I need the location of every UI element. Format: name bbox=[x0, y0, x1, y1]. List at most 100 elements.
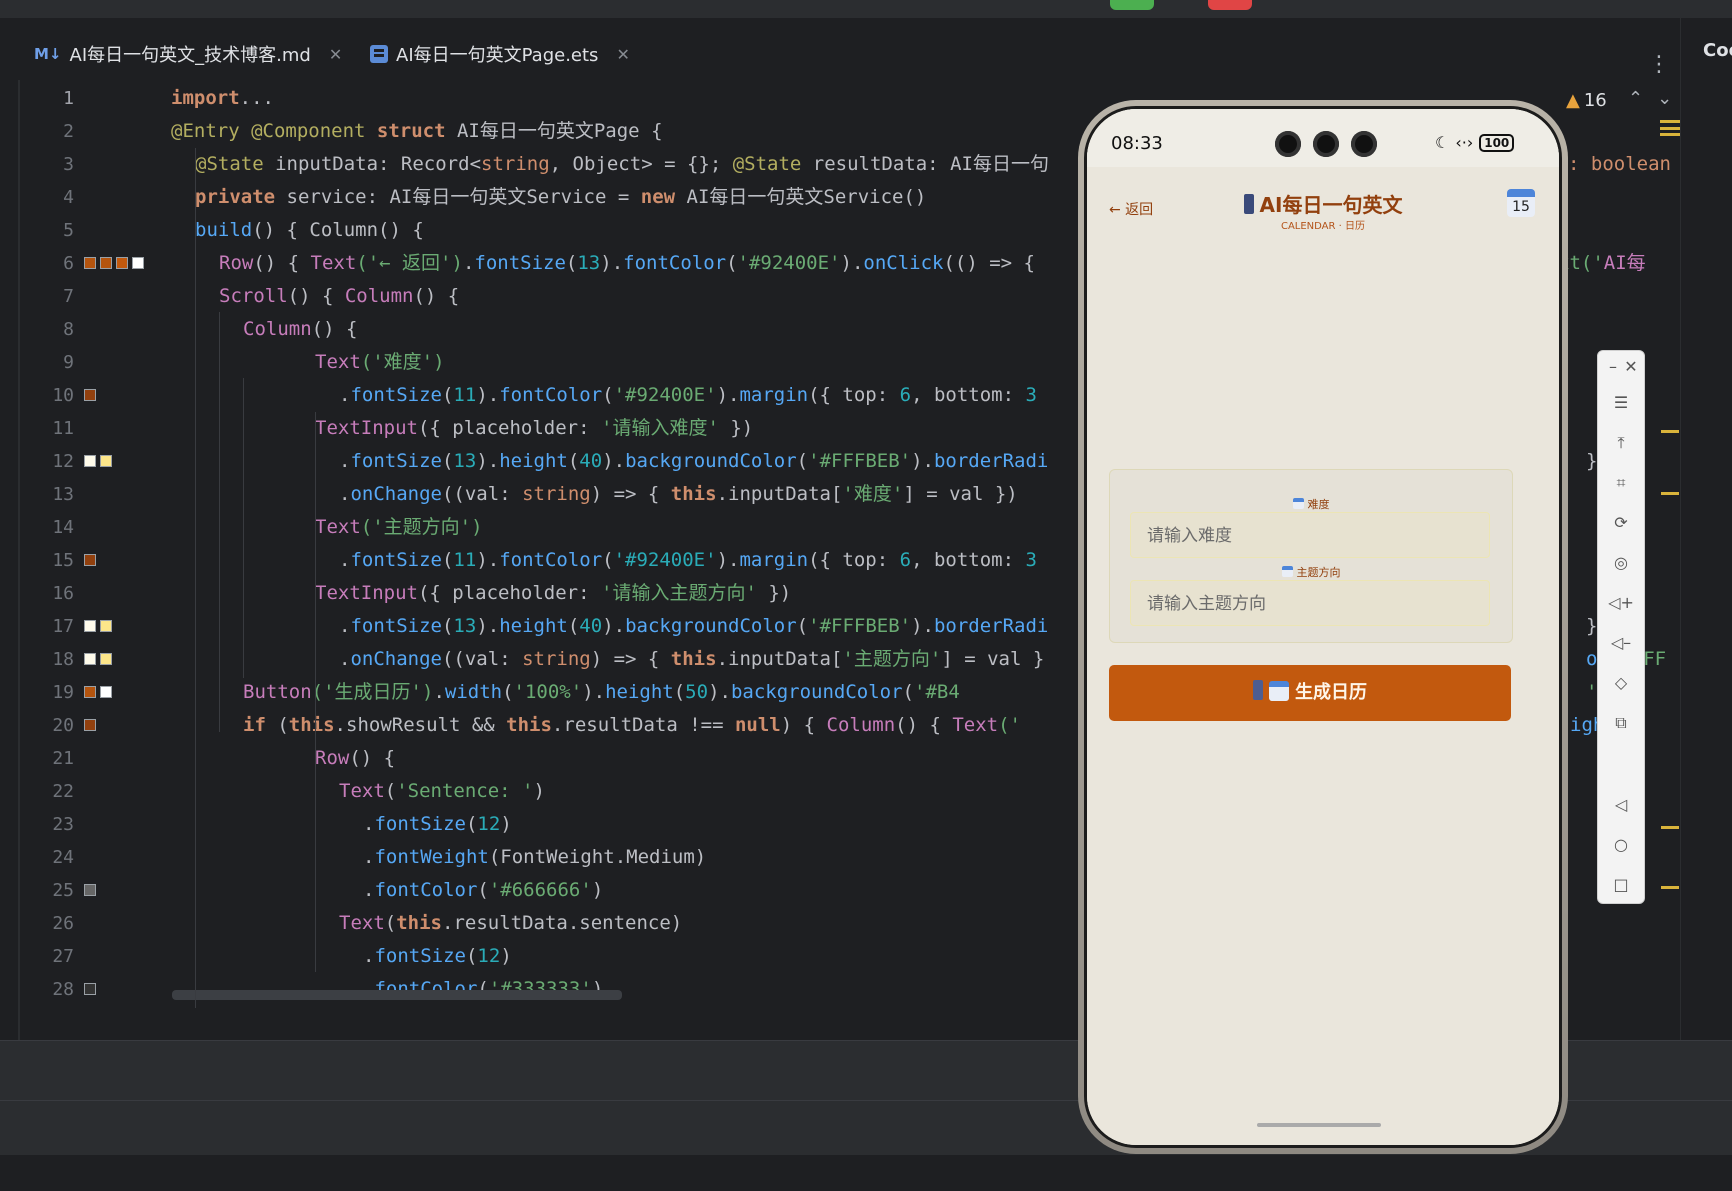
color-swatch[interactable] bbox=[84, 389, 96, 401]
menu-icon[interactable]: ☰ bbox=[1598, 393, 1644, 412]
code-token: borderRadi bbox=[933, 450, 1049, 472]
code-token: FontWeight bbox=[500, 846, 615, 868]
pin-top-icon[interactable]: ⤒ bbox=[1598, 433, 1644, 453]
code-token: Text bbox=[315, 351, 361, 373]
color-swatch[interactable] bbox=[84, 620, 96, 632]
code-token: Row bbox=[219, 252, 254, 274]
color-swatch[interactable] bbox=[116, 257, 128, 269]
color-swatch[interactable] bbox=[132, 257, 144, 269]
code-token: struct bbox=[376, 120, 457, 142]
line-number: 2 bbox=[63, 121, 74, 142]
code-token: } bbox=[1586, 615, 1598, 637]
markdown-icon: M↓ bbox=[34, 45, 62, 63]
close-icon[interactable]: ✕ bbox=[329, 45, 342, 64]
close-icon[interactable]: ✕ bbox=[1608, 357, 1654, 376]
code-token: . bbox=[339, 384, 351, 406]
volume-down-icon[interactable]: ◁– bbox=[1598, 633, 1644, 652]
code-token: : bbox=[1002, 384, 1026, 406]
more-tabs-icon[interactable]: ⋮ bbox=[1648, 52, 1670, 77]
moon-icon: ☾ bbox=[1435, 133, 1450, 152]
code-token: . bbox=[462, 252, 475, 274]
line-number: 23 bbox=[52, 814, 74, 835]
code-token: '难度' bbox=[842, 483, 904, 505]
horizontal-scrollbar[interactable] bbox=[172, 990, 622, 1000]
app-title: AI每日一句英文 bbox=[1087, 189, 1559, 218]
device-screen-frame: 08:33 ☾ ‹·› 100 ← 返回 AI每日一句英文 CALENDAR ·… bbox=[1084, 106, 1562, 1148]
recents-icon[interactable]: □ bbox=[1598, 875, 1644, 894]
code-token: . bbox=[339, 483, 351, 505]
code-text-clipped: xt('AI每 bbox=[1558, 247, 1646, 280]
code-text: Row() { Text('← 返回').fontSize(13).fontCo… bbox=[219, 247, 1035, 280]
code-panel-label[interactable]: Coc bbox=[1703, 40, 1732, 61]
crop-icon[interactable]: ⌗ bbox=[1598, 473, 1644, 493]
indent-guide bbox=[315, 412, 316, 972]
code-token: @State bbox=[732, 153, 813, 175]
code-token: : bbox=[366, 186, 390, 208]
color-swatch[interactable] bbox=[84, 554, 96, 566]
difficulty-label: 难度 bbox=[1110, 496, 1512, 512]
color-swatch[interactable] bbox=[100, 686, 112, 698]
line-number: 27 bbox=[52, 946, 74, 967]
code-token: (' bbox=[998, 714, 1021, 736]
code-token: 12 bbox=[477, 813, 501, 835]
tab-markdown-file[interactable]: M↓ AI每日一句英文_技术博客.md ✕ bbox=[34, 34, 342, 74]
rotate-icon[interactable]: ⟳ bbox=[1598, 513, 1644, 532]
line-number: 20 bbox=[52, 715, 74, 736]
generate-calendar-button[interactable]: 生成日历 bbox=[1109, 665, 1511, 721]
volume-up-icon[interactable]: ◁+ bbox=[1598, 593, 1644, 612]
code-token: string bbox=[481, 153, 550, 175]
code-token: backgroundColor bbox=[730, 681, 903, 703]
color-swatch[interactable] bbox=[84, 884, 96, 896]
code-token: : bbox=[578, 582, 602, 604]
device-emulator: 08:33 ☾ ‹·› 100 ← 返回 AI每日一句英文 CALENDAR ·… bbox=[1078, 100, 1568, 1154]
code-token: Column bbox=[344, 285, 414, 307]
data-sync-icon: ‹·› bbox=[1455, 133, 1474, 152]
code-token: : bbox=[499, 648, 523, 670]
code-token: { bbox=[639, 120, 663, 142]
color-swatch-group bbox=[84, 554, 96, 566]
phone-icon bbox=[1243, 194, 1254, 214]
screenshot-icon[interactable]: ◎ bbox=[1598, 553, 1644, 572]
color-swatch[interactable] bbox=[100, 455, 112, 467]
code-token: . bbox=[363, 945, 375, 967]
back-icon[interactable]: ◁ bbox=[1598, 795, 1644, 814]
code-token: this bbox=[506, 714, 552, 736]
code-text: .fontSize(12) bbox=[363, 808, 512, 841]
tab-ets-file[interactable]: AI每日一句英文Page.ets ✕ bbox=[370, 34, 630, 74]
difficulty-input[interactable]: 请输入难度 bbox=[1130, 512, 1490, 558]
code-token: ) bbox=[533, 780, 545, 802]
code-token: Scroll bbox=[219, 285, 288, 307]
color-swatch[interactable] bbox=[84, 653, 96, 665]
code-token: (( bbox=[441, 483, 465, 505]
code-token: service bbox=[286, 186, 367, 208]
close-icon[interactable]: ✕ bbox=[616, 45, 629, 64]
color-swatch[interactable] bbox=[100, 257, 112, 269]
code-token: (' bbox=[360, 351, 384, 373]
shake-icon[interactable]: ◇ bbox=[1598, 673, 1644, 692]
status-bar bbox=[0, 1155, 1732, 1191]
color-swatch-group bbox=[84, 620, 112, 632]
home-indicator[interactable] bbox=[1257, 1123, 1381, 1127]
input-form-card: 难度 请输入难度 主题方向 请输入主题方向 bbox=[1109, 469, 1513, 643]
color-swatch[interactable] bbox=[84, 983, 96, 995]
color-swatch[interactable] bbox=[84, 686, 96, 698]
code-token: ( bbox=[502, 681, 514, 703]
color-swatch[interactable] bbox=[100, 620, 112, 632]
difficulty-label-text: 难度 bbox=[1307, 498, 1330, 511]
code-token: () { bbox=[895, 714, 953, 736]
multi-screen-icon[interactable]: ⧉ bbox=[1598, 713, 1644, 733]
color-swatch[interactable] bbox=[100, 653, 112, 665]
emulator-toolbar: – ✕ ☰ ⤒ ⌗ ⟳ ◎ ◁+ ◁– ◇ ⧉ ◁ ○ □ bbox=[1597, 350, 1645, 904]
color-swatch[interactable] bbox=[84, 455, 96, 467]
home-icon[interactable]: ○ bbox=[1598, 835, 1644, 854]
code-token: fontSize bbox=[474, 252, 566, 274]
color-swatch[interactable] bbox=[84, 719, 96, 731]
code-token: < bbox=[469, 153, 482, 175]
code-token: Button bbox=[243, 681, 312, 703]
code-token: 6 bbox=[899, 384, 912, 406]
code-token: 12 bbox=[477, 945, 501, 967]
color-swatch[interactable] bbox=[84, 257, 96, 269]
code-token: . bbox=[339, 549, 351, 571]
line-number: 14 bbox=[52, 517, 74, 538]
topic-input[interactable]: 请输入主题方向 bbox=[1130, 580, 1490, 626]
